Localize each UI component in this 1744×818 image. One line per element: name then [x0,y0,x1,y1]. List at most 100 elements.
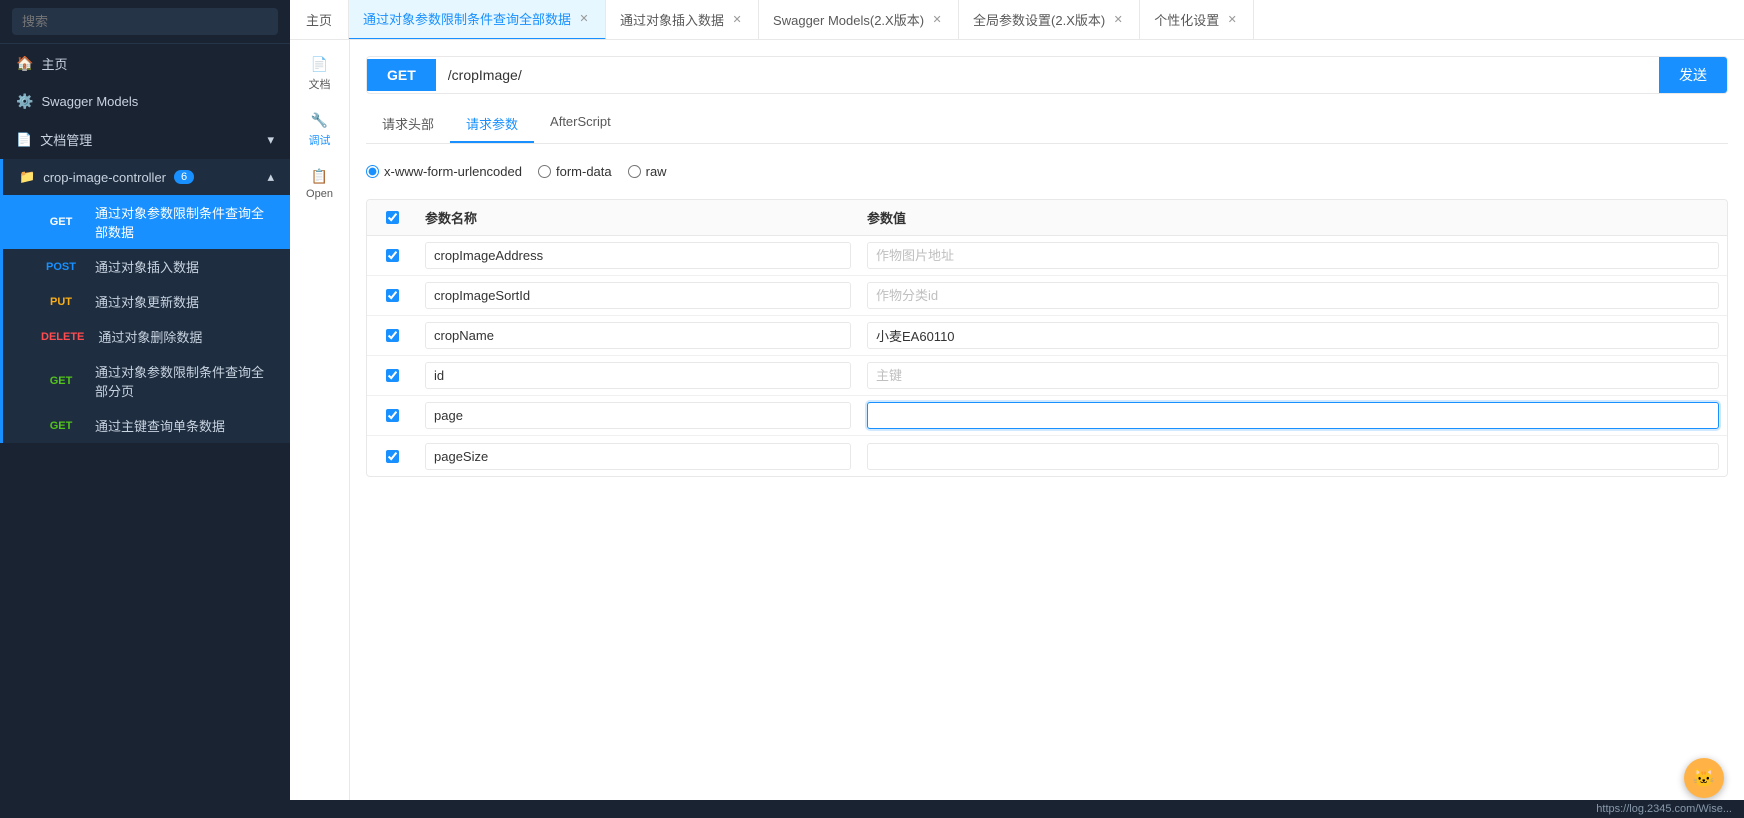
sidebar-item-home[interactable]: 🏠 主页 [0,44,290,83]
controller-header-left: 📁 crop-image-controller 6 [19,169,194,185]
endpoint-label-5: 通过主键查询单条数据 [95,416,225,435]
avatar[interactable]: 🐱 [1684,758,1724,798]
open-panel-icon: 📋 [311,168,328,185]
tab-insert[interactable]: 通过对象插入数据 ✕ [606,0,759,40]
endpoint-delete[interactable]: DELETE 通过对象删除数据 [3,319,290,354]
endpoint-label-1: 通过对象插入数据 [95,257,199,276]
left-panel-open[interactable]: 📋 Open [290,160,349,208]
radio-form-data[interactable]: form-data [538,164,612,179]
radio-form-data-input[interactable] [538,165,551,178]
param-value-cell-4 [859,398,1727,433]
tab-swagger-models[interactable]: Swagger Models(2.X版本) ✕ [759,0,959,40]
tab-global-close[interactable]: ✕ [1111,13,1125,27]
param-value-input-3[interactable] [867,362,1719,389]
table-row [367,276,1727,316]
sub-tab-afterscript[interactable]: AfterScript [534,106,627,143]
param-value-cell-3 [859,358,1727,393]
endpoint-get-single[interactable]: GET 通过主键查询单条数据 [3,408,290,443]
param-name-input-2[interactable] [425,322,851,349]
left-panel-doc[interactable]: 📄 文档 [290,48,349,100]
tab-personalize[interactable]: 个性化设置 ✕ [1140,0,1254,40]
left-panel-open-label: Open [306,188,333,200]
param-checkbox-1[interactable] [386,289,399,302]
tab-personalize-close[interactable]: ✕ [1225,13,1239,27]
left-panel-debug-label: 调试 [309,132,331,148]
param-value-input-2[interactable] [867,322,1719,349]
left-panel-doc-label: 文档 [309,76,331,92]
tab-get-all-close[interactable]: ✕ [577,12,591,26]
radio-raw[interactable]: raw [628,164,667,179]
table-row [367,436,1727,476]
endpoint-post-insert[interactable]: POST 通过对象插入数据 [3,249,290,284]
param-checkbox-5[interactable] [386,450,399,463]
controller-header[interactable]: 📁 crop-image-controller 6 ▴ [3,159,290,195]
method-post-badge-1: POST [35,259,87,275]
radio-form-data-label: form-data [556,164,612,179]
param-value-input-0[interactable] [867,242,1719,269]
tab-global-settings[interactable]: 全局参数设置(2.X版本) ✕ [959,0,1140,40]
row-check-2 [367,329,417,342]
tab-get-all[interactable]: 通过对象参数限制条件查询全部数据 ✕ [349,0,606,40]
param-value-input-1[interactable] [867,282,1719,309]
param-value-input-4[interactable] [867,402,1719,429]
param-checkbox-4[interactable] [386,409,399,422]
endpoint-get-paged[interactable]: GET 通过对象参数限制条件查询全部分页 [3,354,290,408]
param-name-input-1[interactable] [425,282,851,309]
radio-x-www-form-label: x-www-form-urlencoded [384,164,522,179]
param-name-cell-3 [417,358,859,393]
radio-x-www-form-input[interactable] [366,165,379,178]
tab-home-label: 主页 [306,10,332,29]
param-name-cell-4 [417,398,859,433]
endpoint-label-0: 通过对象参数限制条件查询全部数据 [95,203,274,241]
endpoint-get-all[interactable]: GET 通过对象参数限制条件查询全部数据 [3,195,290,249]
param-name-input-0[interactable] [425,242,851,269]
sidebar-item-doc-management[interactable]: 📄 文档管理 ▾ [0,120,290,159]
sidebar-item-swagger-models[interactable]: ⚙️ Swagger Models [0,83,290,120]
tab-global-label: 全局参数设置(2.X版本) [973,10,1105,29]
table-row [367,396,1727,436]
endpoint-put-update[interactable]: PUT 通过对象更新数据 [3,284,290,319]
status-text: https://log.2345.com/Wise... [1596,803,1732,815]
endpoint-label-2: 通过对象更新数据 [95,292,199,311]
url-input[interactable] [436,59,1659,91]
tab-home[interactable]: 主页 [290,0,349,40]
param-name-cell-1 [417,278,859,313]
tabs-bar: 主页 通过对象参数限制条件查询全部数据 ✕ 通过对象插入数据 ✕ Swagger… [290,0,1744,40]
radio-x-www-form[interactable]: x-www-form-urlencoded [366,164,522,179]
left-panel-debug[interactable]: 🔧 调试 [290,104,349,156]
sidebar-item-doc-label: 文档管理 [40,130,92,149]
tab-get-all-label: 通过对象参数限制条件查询全部数据 [363,9,571,28]
sub-tabs: 请求头部 请求参数 AfterScript [366,106,1728,144]
param-value-cell-5 [859,439,1727,474]
status-bar: https://log.2345.com/Wise... [290,800,1744,818]
header-name-col: 参数名称 [417,208,859,227]
endpoint-label-3: 通过对象删除数据 [98,327,202,346]
method-delete-badge-3: DELETE [35,329,90,345]
folder-icon: 📁 [19,169,35,185]
method-button[interactable]: GET [367,59,436,91]
param-name-input-4[interactable] [425,402,851,429]
row-check-4 [367,409,417,422]
param-name-input-3[interactable] [425,362,851,389]
header-checkbox[interactable] [386,211,399,224]
sub-tab-params[interactable]: 请求参数 [450,106,534,143]
radio-raw-input[interactable] [628,165,641,178]
param-checkbox-2[interactable] [386,329,399,342]
tab-swagger-close[interactable]: ✕ [930,13,944,27]
params-table: 参数名称 参数值 [366,199,1728,477]
param-checkbox-3[interactable] [386,369,399,382]
doc-panel-icon: 📄 [311,56,328,73]
search-input[interactable] [12,8,278,35]
sub-tab-headers[interactable]: 请求头部 [366,106,450,143]
method-put-badge-2: PUT [35,294,87,310]
send-button[interactable]: 发送 [1659,57,1727,93]
tab-insert-close[interactable]: ✕ [730,13,744,27]
doc-icon: 📄 [16,132,32,148]
api-panel: GET 发送 请求头部 请求参数 AfterScript x-www-form-… [350,40,1744,800]
param-value-input-5[interactable] [867,443,1719,470]
left-panel: 📄 文档 🔧 调试 📋 Open [290,40,350,800]
param-name-input-5[interactable] [425,443,851,470]
param-checkbox-0[interactable] [386,249,399,262]
home-icon: 🏠 [16,55,33,72]
param-name-cell-0 [417,238,859,273]
